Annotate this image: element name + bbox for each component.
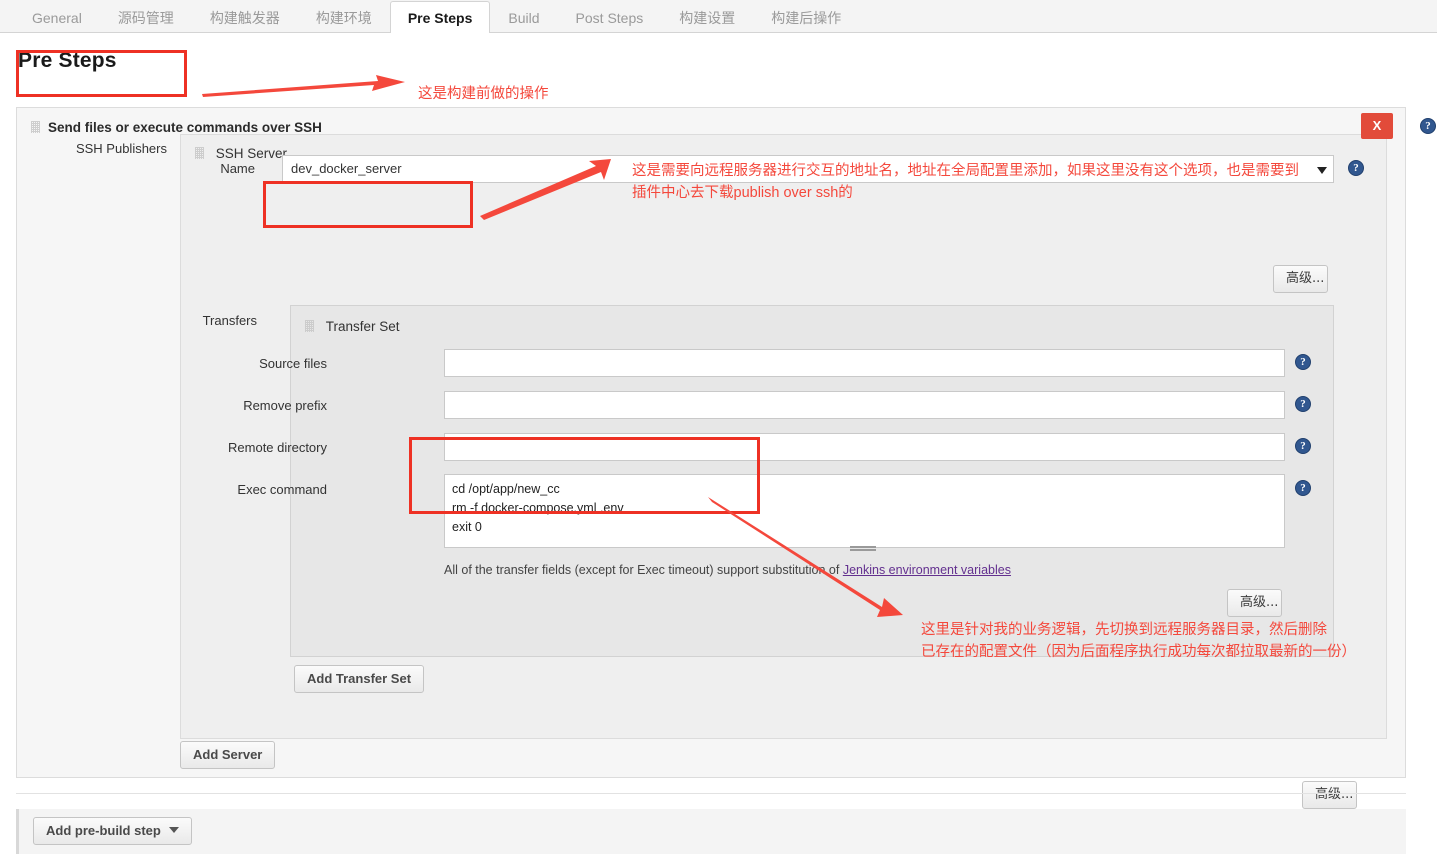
- ssh-builder-panel: Send files or execute commands over SSH …: [16, 107, 1436, 778]
- source-files-input[interactable]: [444, 349, 1285, 377]
- jenkins-env-vars-link[interactable]: Jenkins environment variables: [843, 563, 1011, 577]
- delete-builder-button[interactable]: X: [1361, 113, 1393, 139]
- server-name-label: Name: [220, 161, 255, 176]
- tab-list: General 源码管理 构建触发器 构建环境 Pre Steps Build …: [0, 0, 1437, 34]
- transfer-set-label: Transfer Set: [325, 319, 400, 334]
- help-icon-remote-directory[interactable]: ?: [1295, 438, 1311, 454]
- remote-directory-input[interactable]: [444, 433, 1285, 461]
- transfer-set-advanced-button[interactable]: 高级...: [1227, 589, 1282, 617]
- add-pre-build-step-button[interactable]: Add pre-build step: [33, 817, 192, 845]
- builder-outer-advanced-button[interactable]: 高级...: [1302, 781, 1357, 809]
- tab-triggers[interactable]: 构建触发器: [192, 1, 298, 33]
- help-icon-remove-prefix[interactable]: ?: [1295, 396, 1311, 412]
- annotation-text-exec-command-line2: 已存在的配置文件（因为后面程序执行成功每次都拉取最新的一份）: [921, 644, 1356, 660]
- drag-handle-icon[interactable]: [31, 121, 40, 133]
- help-icon-server-name[interactable]: ?: [1348, 160, 1364, 176]
- textarea-resize-grip[interactable]: [850, 546, 876, 551]
- footer-strip: Add pre-build step: [16, 809, 1406, 854]
- help-icon-builder[interactable]: ?: [1420, 118, 1436, 134]
- builder-title: Send files or execute commands over SSH: [48, 120, 322, 135]
- ssh-server-label: SSH Server: [215, 146, 288, 161]
- config-tabbar: General 源码管理 构建触发器 构建环境 Pre Steps Build …: [0, 0, 1437, 34]
- add-pre-build-step-label: Add pre-build step: [46, 823, 161, 838]
- annotation-text-pre-steps: 这是构建前做的操作: [418, 86, 549, 102]
- add-server-button[interactable]: Add Server: [180, 741, 276, 769]
- transfer-hint: All of the transfer fields (except for E…: [444, 563, 1011, 577]
- transfers-label: Transfers: [202, 313, 257, 328]
- ssh-publishers-label: SSH Publishers: [75, 141, 167, 156]
- tab-post-actions[interactable]: 构建后操作: [753, 1, 859, 33]
- source-files-label: Source files: [259, 356, 327, 371]
- config-page: Pre Steps Send files or execute commands…: [0, 33, 1437, 854]
- tab-build-setting[interactable]: 构建设置: [661, 1, 753, 33]
- chevron-down-icon-add-step: [168, 827, 179, 833]
- drag-handle-icon-transfer-set[interactable]: [305, 320, 314, 332]
- ssh-server-section-header: SSH Server: [195, 146, 287, 161]
- annotation-text-exec-command-line1: 这里是针对我的业务逻辑，先切换到远程服务器目录，然后删除: [921, 622, 1327, 638]
- remote-directory-label: Remote directory: [228, 440, 327, 455]
- builder-header: Send files or execute commands over SSH: [31, 120, 322, 135]
- screen-root: General 源码管理 构建触发器 构建环境 Pre Steps Build …: [0, 0, 1437, 854]
- tab-scm[interactable]: 源码管理: [100, 1, 192, 33]
- tab-build[interactable]: Build: [490, 1, 557, 33]
- remove-prefix-input[interactable]: [444, 391, 1285, 419]
- chevron-down-icon-server-name[interactable]: [1317, 167, 1327, 174]
- page-title: Pre Steps: [18, 49, 117, 72]
- ssh-server-advanced-button[interactable]: 高级...: [1273, 265, 1328, 293]
- remove-prefix-label: Remove prefix: [243, 398, 327, 413]
- exec-command-label: Exec command: [237, 482, 327, 497]
- section-divider: [16, 793, 1406, 794]
- drag-handle-icon-ssh-server[interactable]: [195, 147, 204, 159]
- tab-build-env[interactable]: 构建环境: [298, 1, 390, 33]
- add-transfer-set-button[interactable]: Add Transfer Set: [294, 665, 425, 693]
- transfer-hint-text: All of the transfer fields (except for E…: [444, 563, 843, 577]
- tab-pre-steps[interactable]: Pre Steps: [389, 1, 491, 34]
- transfer-set-header: Transfer Set: [305, 319, 400, 334]
- annotation-text-server-name-line1: 这是需要向远程服务器进行交互的地址名，地址在全局配置里添加，如果这里没有这个选项…: [632, 163, 1299, 179]
- tab-post-steps[interactable]: Post Steps: [558, 1, 662, 33]
- tab-general[interactable]: General: [14, 1, 100, 33]
- help-icon-exec-command[interactable]: ?: [1295, 480, 1311, 496]
- help-icon-source-files[interactable]: ?: [1295, 354, 1311, 370]
- exec-command-textarea[interactable]: cd /opt/app/new_cc rm -f docker-compose.…: [444, 474, 1285, 548]
- annotation-text-server-name-line2: 插件中心去下载publish over ssh的: [632, 185, 853, 201]
